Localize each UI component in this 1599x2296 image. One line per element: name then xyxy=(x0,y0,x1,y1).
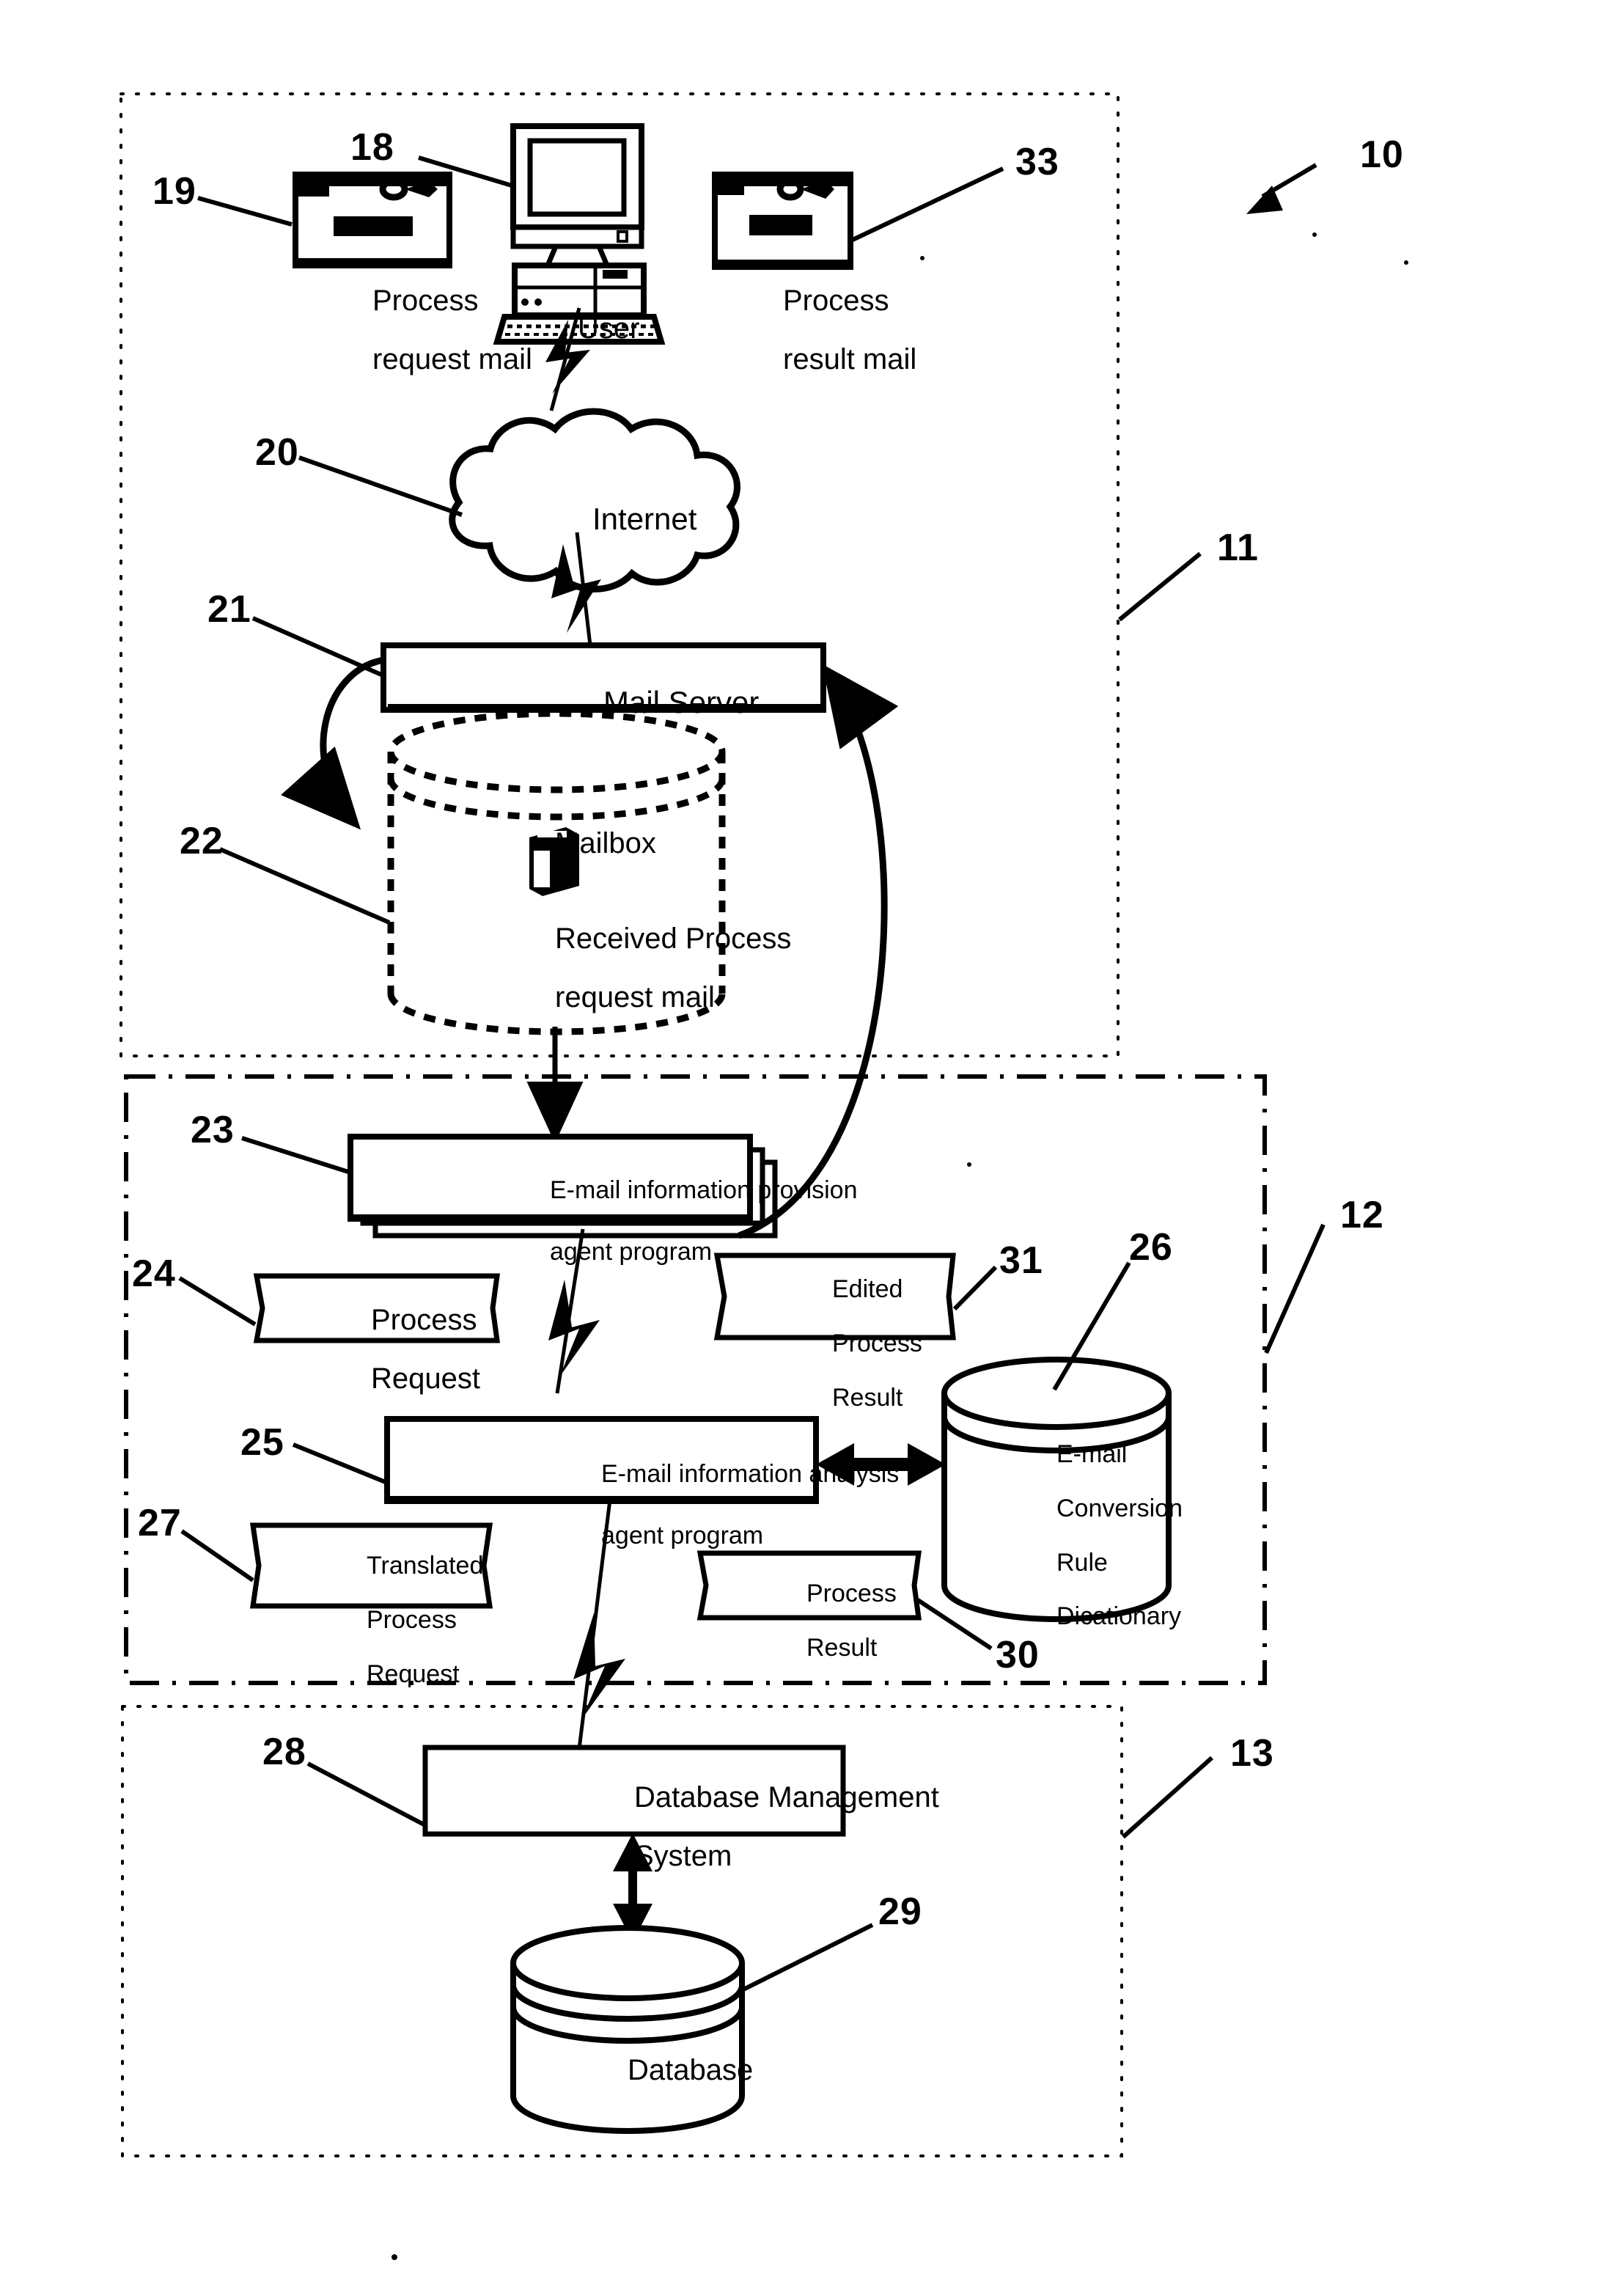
leader-33 xyxy=(851,166,1004,242)
leader-22 xyxy=(218,847,391,925)
ref-11: 11 xyxy=(1217,527,1259,569)
ref-25: 25 xyxy=(240,1421,284,1464)
ref-26: 26 xyxy=(1129,1226,1173,1269)
leader-11 xyxy=(1118,551,1202,622)
ref-18: 18 xyxy=(350,126,394,169)
arrow-mailserver-to-mailbox xyxy=(281,656,384,830)
ref-29: 29 xyxy=(878,1890,922,1933)
ref-13: 13 xyxy=(1230,1732,1274,1775)
leader-31 xyxy=(952,1265,998,1311)
ref-22: 22 xyxy=(180,820,224,862)
leader-27 xyxy=(180,1529,254,1582)
ref-31: 31 xyxy=(999,1239,1043,1282)
ref-27: 27 xyxy=(138,1502,182,1544)
leader-19 xyxy=(197,196,293,227)
ref-33: 33 xyxy=(1015,141,1059,183)
leader-29 xyxy=(739,1923,874,1993)
leader-24 xyxy=(178,1276,257,1327)
leader-12 xyxy=(1264,1223,1326,1354)
leader-23 xyxy=(241,1136,349,1174)
patent-figure: 10 11 12 13 19 18 33 20 21 22 23 24 31 2… xyxy=(0,0,1599,2296)
ref-20: 20 xyxy=(255,431,299,474)
overall-ref-arrow xyxy=(1246,163,1317,214)
ref-19: 19 xyxy=(152,170,196,213)
ref-28: 28 xyxy=(262,1731,306,1773)
ref-21: 21 xyxy=(207,588,251,631)
leader-20 xyxy=(298,455,463,517)
ref-12: 12 xyxy=(1340,1194,1384,1236)
leader-28 xyxy=(306,1761,425,1827)
ref-10: 10 xyxy=(1360,133,1404,176)
envelope-icon-19 xyxy=(293,172,452,268)
ref-24: 24 xyxy=(132,1252,176,1295)
leader-13 xyxy=(1122,1756,1213,1839)
leader-25 xyxy=(292,1442,389,1485)
ref-23: 23 xyxy=(191,1109,235,1151)
ref-30: 30 xyxy=(996,1634,1040,1676)
envelope-icon-33 xyxy=(712,172,853,270)
